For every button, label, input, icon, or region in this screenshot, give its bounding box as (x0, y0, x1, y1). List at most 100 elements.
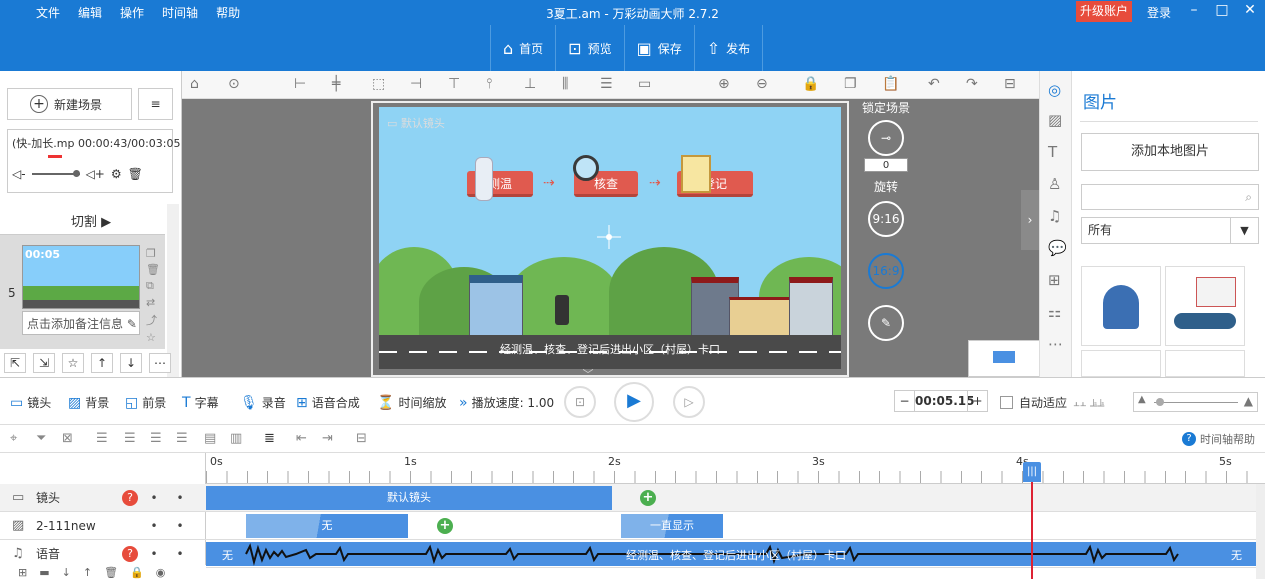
text-icon[interactable]: T (1048, 143, 1057, 161)
distribute-icon[interactable]: ⬚ (372, 76, 385, 92)
export-icon[interactable]: ⤴ (146, 312, 160, 328)
shape-icon[interactable]: ◎ (1048, 81, 1061, 99)
tts-button[interactable]: ⊞ 语音合成 (296, 394, 360, 411)
volume-slider-handle[interactable] (72, 170, 80, 177)
lock-dot[interactable]: • (170, 491, 190, 505)
lock-dot[interactable]: • (170, 519, 190, 533)
time-minus-button[interactable]: − (895, 391, 915, 411)
rotation-value-input[interactable]: 0 (864, 158, 908, 172)
home-view-icon[interactable]: ⌂ (190, 76, 199, 92)
filter-clear-icon[interactable]: ⊠ (62, 431, 73, 446)
bubble-icon[interactable]: 💬 (1048, 239, 1067, 257)
time-ruler[interactable]: 0s 1s 2s 3s 4s 5s (206, 453, 1265, 484)
more-icon[interactable]: ⋯ (149, 353, 171, 373)
add-camera-button[interactable]: ▭ 镜头 (10, 394, 51, 411)
svg-icon[interactable]: ⊞ (1048, 271, 1061, 289)
lane-voice[interactable]: 无 经测温、核查、登记后进出小区（村屋）卡口 无 (206, 540, 1256, 568)
undo-icon[interactable]: ↶ (928, 76, 940, 92)
target-icon[interactable]: ⌖ (10, 431, 17, 446)
asset-filter-select[interactable]: 所有 ▼ (1081, 217, 1259, 244)
close-icon[interactable]: ✕ (1236, 2, 1264, 18)
volume-down-icon[interactable]: ◁- (12, 167, 26, 181)
track-row-image[interactable]: ▨ 2-111new • • (0, 512, 206, 540)
clip-default-camera[interactable]: 默认镜头 (206, 486, 612, 510)
auto-fit-toggle[interactable]: 自动适应 ⫠⫠ ⫡⫡ (1000, 394, 1105, 411)
preview-scene-button[interactable]: ⊡ (564, 386, 596, 418)
music-note-icon[interactable]: ♫ (1048, 207, 1061, 225)
visibility-dot[interactable]: • (144, 519, 164, 533)
minimize-icon[interactable]: – (1180, 2, 1208, 18)
clear-icon[interactable]: ⊟ (1004, 76, 1016, 92)
minimap[interactable] (968, 340, 1040, 377)
folder-icon[interactable]: ▬ (39, 566, 49, 579)
timeline-zoom-slider[interactable]: ▲ ▲ (1133, 392, 1258, 412)
asset-search-input[interactable]: ⌕ (1081, 184, 1259, 210)
track-delete-icon[interactable]: 🗑 (104, 566, 118, 579)
volume-up-icon[interactable]: ◁+ (86, 167, 105, 181)
save-button[interactable]: ▣ 保存 (623, 25, 694, 71)
warning-icon[interactable]: ? (122, 545, 138, 562)
align-vcenter-icon[interactable]: ⫯ (486, 76, 492, 92)
foreground-button[interactable]: ◱ 前景 (125, 394, 166, 411)
lane-image[interactable]: 无 + 一直显示 (206, 512, 1256, 540)
align-top-icon[interactable]: ⊤ (448, 76, 460, 92)
zoom-in-icon[interactable]: ⊕ (718, 76, 730, 92)
align-bottom-icon[interactable]: ⊥ (524, 76, 536, 92)
fit-icons[interactable]: ⫠⫠ ⫡⫡ (1073, 396, 1105, 410)
current-time-value[interactable]: 00:05.15 (915, 391, 974, 411)
add-track-icon[interactable]: ⊞ (18, 566, 27, 579)
batch-icon[interactable]: ⊟ (356, 431, 367, 446)
login-button[interactable]: 登录 (1147, 4, 1171, 21)
track-down-icon[interactable]: ↓ (62, 566, 71, 579)
current-time-stepper[interactable]: −00:05.15+ (894, 390, 988, 412)
track-lock-icon[interactable]: 🔒 (130, 566, 144, 579)
export-scene-icon[interactable]: ⇲ (33, 353, 55, 373)
voice-waveform[interactable]: 无 经测温、核查、登记后进出小区（村屋）卡口 无 (206, 542, 1256, 566)
zoom-out-icon[interactable]: ⊖ (756, 76, 768, 92)
visibility-dot[interactable]: • (144, 491, 164, 505)
expand-panel-icon[interactable]: › (1021, 190, 1039, 250)
duplicate-icon[interactable]: ⧉ (146, 279, 160, 293)
copy-scene-icon[interactable]: ❐ (146, 247, 160, 260)
asset-thumbnail-2[interactable] (1165, 266, 1245, 346)
visibility-dot[interactable]: • (144, 547, 164, 561)
add-effect-icon[interactable]: + (437, 518, 453, 534)
stage[interactable]: ▭ 默认镜头 测温 ⇢ 核查 ⇢ 登记 经测温、核查、登记后进出小区（村屋）卡口 (379, 107, 841, 369)
lock-dot[interactable]: • (170, 547, 190, 561)
background-button[interactable]: ▨ 背景 (68, 394, 109, 411)
preview-button[interactable]: ⊡ 预览 (555, 25, 623, 71)
time-scale-button[interactable]: ⏳ 时间缩放 (377, 394, 446, 411)
zoom-in-timeline-icon[interactable]: ▲ (1244, 394, 1253, 408)
home-button[interactable]: ⌂ 首页 (490, 25, 555, 71)
record-button[interactable]: 🎙 录音 (240, 394, 286, 411)
play-button[interactable]: ▶ (614, 382, 654, 422)
more-options-icon[interactable]: ⊙ (228, 76, 240, 92)
move-after-icon[interactable]: ⇥ (322, 431, 333, 446)
import-icon[interactable]: ⇱ (4, 353, 26, 373)
track-row-camera[interactable]: ▭ 镜头 ? • • (0, 484, 206, 512)
move-before-icon[interactable]: ⇤ (296, 431, 307, 446)
playback-speed-button[interactable]: » 播放速度: 1.00 (459, 394, 554, 411)
ungroup-icon[interactable]: ▥ (230, 431, 242, 446)
timeline-help-link[interactable]: ? 时间轴帮助 (1182, 431, 1255, 447)
clip-always-show[interactable]: 一直显示 (621, 514, 723, 538)
scene-note-input[interactable]: 点击添加备注信息 ✎ (22, 311, 140, 335)
tracks-scrollbar[interactable] (1256, 484, 1265, 579)
zoom-out-timeline-icon[interactable]: ▲ (1138, 394, 1146, 405)
align-center-icon[interactable]: ╪ (332, 76, 340, 92)
star-icon[interactable]: ☆ (62, 353, 84, 373)
stage-caption[interactable]: 经测温、核查、登记后进出小区（村屋）卡口 (379, 341, 841, 357)
zoom-handle[interactable] (1156, 398, 1164, 406)
upgrade-button[interactable]: 升级账户 (1076, 1, 1133, 22)
add-local-image-button[interactable]: 添加本地图片 (1081, 133, 1259, 171)
warning-icon[interactable]: ? (122, 489, 138, 506)
move-down-icon[interactable]: ↓ (120, 353, 142, 373)
playhead-handle[interactable]: ||| (1023, 462, 1041, 482)
group-icon[interactable]: ▤ (204, 431, 216, 446)
preview-from-here-button[interactable]: ▷ (673, 386, 705, 418)
asset-thumbnail-3[interactable] (1081, 350, 1161, 377)
align-left-track-icon[interactable]: ☰ (96, 431, 108, 446)
rotation-dial[interactable]: ⊸ (868, 120, 904, 156)
move-up-icon[interactable]: ↑ (91, 353, 113, 373)
paste-icon[interactable]: 📋 (882, 76, 899, 92)
